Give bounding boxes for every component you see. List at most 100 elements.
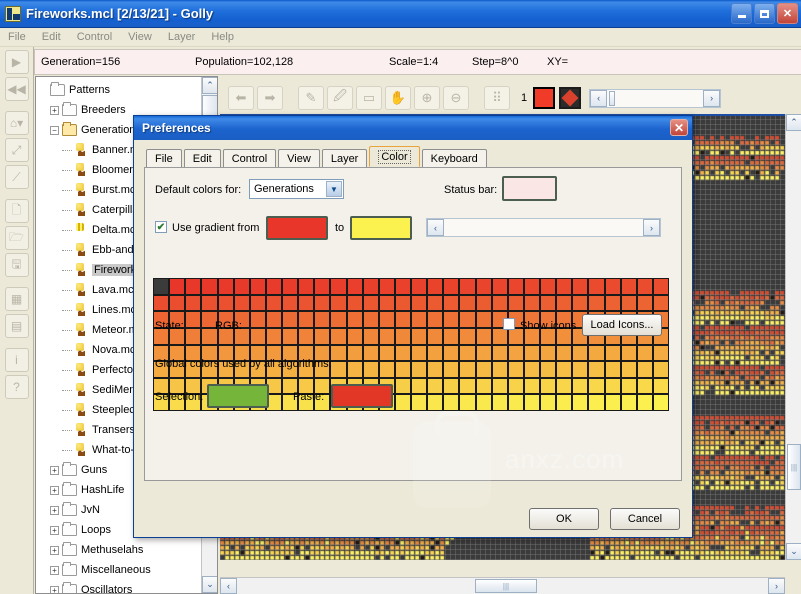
state-cell[interactable] [314, 278, 331, 295]
canvas-scroll-left-button[interactable]: ‹ [220, 578, 237, 594]
menu-item-file[interactable]: File [0, 29, 34, 45]
state-cell[interactable] [169, 294, 186, 312]
state-cell[interactable] [443, 311, 460, 328]
state-cell[interactable] [443, 278, 460, 295]
state-cell[interactable] [362, 361, 379, 378]
state-cell[interactable] [249, 327, 266, 345]
tree-expander[interactable]: + [50, 525, 59, 535]
state-cell[interactable] [491, 361, 508, 378]
state-cell[interactable] [427, 327, 444, 345]
gradient-scroll-left-button[interactable]: ‹ [427, 219, 444, 236]
state-cell[interactable] [249, 294, 266, 312]
tree-scroll-down-button[interactable]: ⌄ [202, 576, 217, 593]
state-cell[interactable] [378, 344, 395, 362]
state-cell[interactable] [459, 361, 476, 378]
cancel-button[interactable]: Cancel [610, 508, 680, 530]
new-file-button[interactable]: 🗋 [4, 199, 29, 223]
state-cell[interactable] [491, 394, 508, 411]
ok-button[interactable]: OK [529, 508, 599, 530]
state-cell[interactable] [427, 394, 444, 411]
state-cell[interactable] [636, 344, 653, 362]
tree-expander[interactable]: + [50, 545, 59, 555]
state-cell[interactable] [330, 311, 347, 328]
step-forward-button[interactable]: ➡ [257, 86, 283, 110]
state-cell[interactable] [443, 327, 460, 345]
state-cell[interactable] [427, 311, 444, 328]
state-cell[interactable] [475, 361, 492, 378]
hand-move-button[interactable]: ✋ [385, 86, 411, 110]
info-button[interactable]: i [4, 348, 29, 372]
state-cell[interactable] [540, 294, 557, 312]
state-cell[interactable] [298, 294, 315, 312]
state-cell[interactable] [394, 377, 411, 395]
state-cell[interactable] [604, 344, 621, 362]
tree-expander[interactable]: + [50, 485, 59, 495]
state-scroll-thumb[interactable] [609, 90, 616, 106]
state-cell[interactable] [588, 394, 605, 411]
state-cell[interactable] [459, 377, 476, 395]
menu-item-control[interactable]: Control [69, 29, 120, 45]
tree-item-miscellaneous[interactable]: + Miscellaneous [38, 560, 202, 580]
use-gradient-checkbox[interactable]: ✔ [155, 221, 167, 233]
state-cell[interactable] [556, 394, 573, 411]
tree-expander[interactable]: − [50, 125, 59, 135]
state-cell[interactable] [620, 344, 637, 362]
state-cell[interactable] [604, 394, 621, 411]
state-cell[interactable] [217, 294, 234, 312]
state-cell[interactable] [298, 311, 315, 328]
state-cell[interactable] [394, 294, 411, 312]
state-cell[interactable] [636, 294, 653, 312]
patterns-button[interactable]: ▦ [4, 287, 29, 311]
state-cell[interactable] [346, 278, 363, 295]
state-cell[interactable] [378, 327, 395, 345]
state-icon-swatch[interactable] [559, 87, 582, 109]
state-cell[interactable] [459, 278, 476, 295]
state-cell[interactable] [636, 394, 653, 411]
tab-layer[interactable]: Layer [321, 149, 368, 167]
state-cell[interactable] [394, 278, 411, 295]
state-cell[interactable] [443, 361, 460, 378]
paste-color-swatch[interactable] [331, 384, 393, 408]
state-cell[interactable] [636, 361, 653, 378]
tab-view[interactable]: View [278, 149, 320, 167]
state-cell[interactable] [394, 327, 411, 345]
gradient-from-swatch[interactable] [266, 216, 328, 240]
state-cell[interactable] [475, 294, 492, 312]
state-cell[interactable] [265, 311, 282, 328]
state-cell[interactable] [282, 278, 299, 295]
state-cell[interactable] [298, 327, 315, 345]
state-cell[interactable] [507, 361, 524, 378]
state-cell[interactable] [362, 311, 379, 328]
menu-item-view[interactable]: View [120, 29, 160, 45]
state-cell[interactable] [233, 278, 250, 295]
state-cell[interactable] [411, 294, 428, 312]
state-cell[interactable] [588, 278, 605, 295]
play-button[interactable]: ▶ [4, 50, 29, 74]
state-cell[interactable] [330, 294, 347, 312]
state-cell[interactable] [265, 294, 282, 312]
tree-item-patterns[interactable]: Patterns [38, 80, 202, 100]
state-cell[interactable] [507, 344, 524, 362]
state-cell[interactable] [556, 294, 573, 312]
state-cell[interactable] [249, 311, 266, 328]
state-cell[interactable] [572, 361, 589, 378]
tab-color[interactable]: Color [369, 146, 420, 167]
state-cell[interactable] [523, 294, 540, 312]
state-cell[interactable] [556, 361, 573, 378]
state-cell[interactable] [362, 294, 379, 312]
state-cell[interactable] [411, 327, 428, 345]
state-color-swatch[interactable] [533, 87, 556, 109]
state-cell[interactable] [620, 377, 637, 395]
state-cell[interactable] [652, 377, 669, 395]
tree-expander[interactable]: + [50, 565, 59, 575]
state-cell[interactable] [411, 278, 428, 295]
state-cell[interactable] [201, 294, 218, 312]
state-cell[interactable] [314, 311, 331, 328]
tree-expander[interactable]: + [50, 105, 59, 115]
state-cell[interactable] [330, 344, 347, 362]
state-cell[interactable] [411, 394, 428, 411]
state-cell[interactable] [540, 361, 557, 378]
tree-item-oscillators[interactable]: + Oscillators [38, 580, 202, 593]
state-cell[interactable] [394, 311, 411, 328]
state-cell[interactable] [572, 344, 589, 362]
